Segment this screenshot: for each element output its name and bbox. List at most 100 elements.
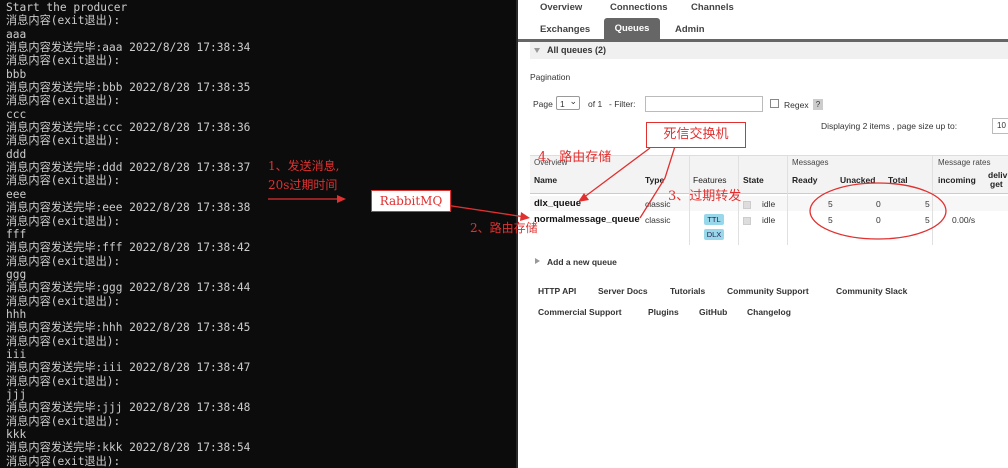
terminal-line: 消息内容发送完毕:hhh 2022/8/28 17:38:45: [6, 321, 251, 335]
terminal-line: 消息内容发送完毕:kkk 2022/8/28 17:38:54: [6, 441, 251, 455]
annotation-dead-letter-exchange-box: 死信交换机: [646, 122, 746, 148]
terminal-line: 消息内容(exit退出):: [6, 134, 121, 148]
terminal-line: hhh: [6, 307, 27, 321]
second-nav: Exchanges Admin: [518, 24, 1008, 36]
terminal-line: 消息内容(exit退出):: [6, 414, 121, 428]
collapse-icon: [534, 48, 540, 53]
queues-table: Overview Messages Message rates Name Typ…: [530, 155, 1008, 245]
queue-ready: 5: [828, 199, 833, 209]
expand-icon: [535, 258, 540, 264]
filter-label: - Filter:: [609, 99, 636, 109]
tab-admin[interactable]: Admin: [675, 24, 705, 35]
footer-link-tutorials[interactable]: Tutorials: [670, 286, 705, 296]
queue-type: classic: [645, 199, 671, 209]
col-get[interactable]: get: [990, 179, 1003, 189]
annotation-route-store-2: 2、路由存储: [470, 221, 538, 235]
all-queues-title: All queues (2): [547, 45, 607, 55]
terminal-line: iii: [6, 347, 27, 361]
tab-exchanges[interactable]: Exchanges: [540, 24, 590, 35]
queue-unacked: 0: [876, 215, 881, 225]
column-divider: [787, 155, 788, 245]
footer-link-community-slack[interactable]: Community Slack: [836, 286, 907, 296]
annotation-route-store-4: 4、路由存储: [538, 150, 612, 165]
footer-link-http-api[interactable]: HTTP API: [538, 286, 576, 296]
table-row[interactable]: normalmessage_queue classic TTL DLX idle…: [530, 212, 1008, 242]
terminal-line: ccc: [6, 107, 27, 121]
footer-link-server-docs[interactable]: Server Docs: [598, 286, 648, 296]
terminal-line: jjj: [6, 387, 27, 401]
terminal-line: bbb: [6, 67, 27, 81]
group-messages: Messages: [792, 158, 829, 167]
queue-incoming-rate: 0.00/s: [952, 215, 976, 225]
terminal-line: 消息内容发送完毕:ccc 2022/8/28 17:38:36: [6, 121, 251, 135]
tab-channels[interactable]: Channels: [691, 2, 734, 13]
annotation-expire-forward: 3、过期转发: [668, 189, 742, 204]
footer-link-github[interactable]: GitHub: [699, 307, 727, 317]
pagination-label: Pagination: [530, 72, 571, 82]
queue-name-link[interactable]: dlx_queue: [534, 198, 581, 209]
regex-checkbox[interactable]: [770, 99, 779, 108]
regex-label: Regex: [784, 100, 809, 110]
terminal-line: fff: [6, 227, 27, 241]
terminal-line: 消息内容发送完毕:jjj 2022/8/28 17:38:48: [6, 401, 251, 415]
terminal-line: 消息内容发送完毕:ggg 2022/8/28 17:38:44: [6, 281, 251, 295]
terminal-line: Start the producer: [6, 1, 128, 14]
footer-link-plugins[interactable]: Plugins: [648, 307, 679, 317]
annotation-rabbitmq-box: RabbitMQ: [371, 190, 451, 212]
terminal-line: 消息内容(exit退出):: [6, 334, 121, 348]
terminal-line: 消息内容(exit退出):: [6, 174, 121, 188]
tab-overview[interactable]: Overview: [540, 2, 582, 13]
all-queues-header[interactable]: All queues (2): [530, 42, 1008, 59]
regex-help-icon[interactable]: ?: [813, 99, 823, 110]
feature-ttl-tag[interactable]: TTL: [704, 214, 724, 225]
feature-dlx-tag[interactable]: DLX: [704, 229, 724, 240]
terminal-line: 消息内容发送完毕:fff 2022/8/28 17:38:42: [6, 241, 251, 255]
add-queue-toggle[interactable]: Add a new queue: [530, 255, 730, 269]
page-select[interactable]: 1: [556, 94, 580, 110]
terminal-line: 消息内容发送完毕:iii 2022/8/28 17:38:47: [6, 361, 251, 375]
col-state[interactable]: State: [743, 175, 764, 185]
page-of-label: of 1: [588, 99, 603, 109]
footer-link-commercial-support[interactable]: Commercial Support: [538, 307, 622, 317]
terminal-line: 消息内容发送完毕:ddd 2022/8/28 17:38:37: [6, 161, 251, 175]
terminal-line: 消息内容(exit退出):: [6, 374, 121, 388]
queue-unacked: 0: [876, 199, 881, 209]
add-queue-label: Add a new queue: [547, 257, 617, 267]
terminal-line: kkk: [6, 428, 27, 441]
terminal-line: 消息内容(exit退出):: [6, 254, 121, 268]
terminal-line: 消息内容发送完毕:aaa 2022/8/28 17:38:34: [6, 41, 251, 55]
terminal-line: 消息内容(exit退出):: [6, 14, 121, 28]
col-ready[interactable]: Ready: [792, 175, 818, 185]
state-icon: [743, 201, 751, 209]
tab-queues[interactable]: Queues: [604, 18, 660, 39]
tab-connections[interactable]: Connections: [610, 2, 668, 13]
table-row[interactable]: dlx_queue classic idle 5 0 5: [530, 196, 1008, 211]
terminal-line: aaa: [6, 27, 27, 41]
col-unacked[interactable]: Unacked: [840, 175, 875, 185]
queue-state: idle: [762, 199, 776, 209]
annotation-send-message: 1、发送消息,: [268, 159, 340, 173]
queue-total: 5: [925, 199, 930, 209]
queue-state: idle: [762, 215, 776, 225]
footer-link-community-support[interactable]: Community Support: [727, 286, 809, 296]
terminal-line: 消息内容(exit退出):: [6, 214, 121, 228]
footer-link-changelog[interactable]: Changelog: [747, 307, 791, 317]
col-name[interactable]: Name: [534, 175, 557, 185]
terminal-line: 消息内容(exit退出):: [6, 94, 121, 108]
col-incoming[interactable]: incoming: [938, 175, 976, 185]
col-features[interactable]: Features: [693, 175, 727, 185]
annotation-expire-time: 20s过期时间: [268, 178, 338, 192]
terminal-window[interactable]: Start the producer 消息内容(exit退出): aaa 消息内容发送…: [0, 0, 516, 468]
terminal-line: 消息内容(exit退出):: [6, 454, 121, 468]
top-nav: Overview Connections Channels: [518, 2, 1008, 14]
queue-type: classic: [645, 215, 671, 225]
col-total[interactable]: Total: [888, 175, 908, 185]
queue-name-link[interactable]: normalmessage_queue: [534, 214, 640, 225]
rabbitmq-management-panel: Overview Connections Channels Exchanges …: [518, 0, 1008, 468]
filter-input[interactable]: [645, 96, 763, 112]
queue-ready: 5: [828, 215, 833, 225]
col-type[interactable]: Type: [645, 175, 664, 185]
page-size-input[interactable]: 10: [992, 118, 1008, 134]
state-icon: [743, 217, 751, 225]
terminal-line: ggg: [6, 267, 27, 281]
